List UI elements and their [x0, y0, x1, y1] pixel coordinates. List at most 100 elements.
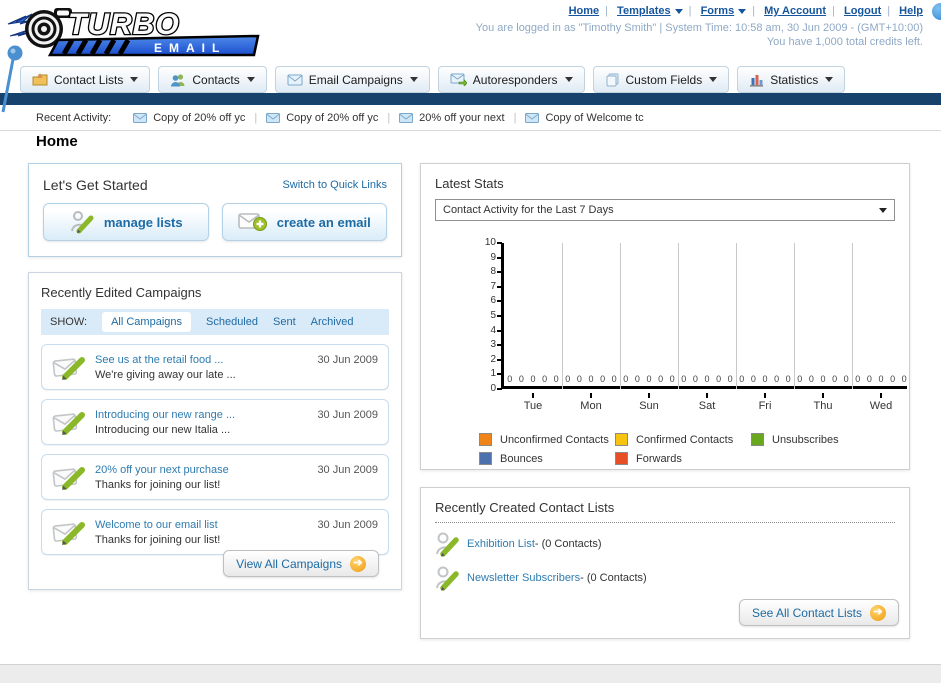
stats-period-dropdown[interactable]: Contact Activity for the Last 7 Days: [435, 199, 895, 221]
tab-email-campaigns[interactable]: Email Campaigns: [274, 66, 430, 93]
edge-dot-decoration: [932, 3, 941, 20]
top-link-help[interactable]: Help: [899, 5, 923, 17]
value-label: 0: [855, 374, 861, 384]
tab-statistics[interactable]: Statistics: [737, 66, 846, 93]
y-axis-tick-label: 3: [490, 339, 496, 351]
legend-swatch: [751, 433, 764, 446]
contact-list-link[interactable]: Exhibition List: [467, 538, 535, 550]
tab-contacts[interactable]: Contacts: [158, 66, 267, 93]
top-link-forms[interactable]: Forms: [701, 5, 735, 17]
y-axis-tick-label: 0: [490, 383, 496, 394]
campaign-row[interactable]: Welcome to our email list Thanks for join…: [41, 509, 389, 555]
value-label: 0: [901, 374, 907, 384]
tab-label: Autoresponders: [472, 72, 558, 87]
top-link-home[interactable]: Home: [569, 5, 600, 17]
envelope-pencil-icon: [52, 467, 85, 490]
contact-list-item: Exhibition List - (0 Contacts): [435, 531, 895, 557]
envelope-icon: [266, 112, 281, 123]
filter-all-campaigns[interactable]: All Campaigns: [102, 312, 191, 332]
envelope-pencil-icon: [52, 357, 85, 380]
switch-quick-links-link[interactable]: Switch to Quick Links: [282, 179, 387, 191]
chart-legend: Unconfirmed Contacts Confirmed Contacts Un…: [479, 433, 899, 465]
recent-activity-item[interactable]: Copy of Welcome tc: [525, 112, 644, 124]
filter-sent[interactable]: Sent: [273, 316, 296, 328]
contact-list-link[interactable]: Newsletter Subscribers: [467, 572, 580, 584]
tab-autoresponders[interactable]: Autoresponders: [437, 66, 585, 93]
envelope-icon: [133, 112, 148, 123]
campaign-row[interactable]: Introducing our new range ... Introducing…: [41, 399, 389, 445]
top-link-my-account[interactable]: My Account: [764, 5, 826, 17]
value-label: 0: [878, 374, 884, 384]
value-label-group: 00000: [504, 374, 562, 384]
gridline: [794, 243, 795, 389]
legend-swatch: [479, 433, 492, 446]
value-label: 0: [820, 374, 826, 384]
x-axis-tick: [532, 393, 534, 398]
chevron-down-icon: [738, 8, 747, 14]
logo-text-top: TURBO: [68, 8, 180, 41]
get-started-panel: Let's Get Started Switch to Quick Links …: [28, 163, 402, 257]
recent-activity-item[interactable]: 20% off your next: [399, 112, 505, 124]
y-axis-tick: [497, 344, 502, 347]
value-label: 0: [843, 374, 849, 384]
x-axis-tick-label: Mon: [580, 400, 602, 412]
tab-contact-lists[interactable]: Contact Lists: [20, 66, 151, 93]
tab-label: Email Campaigns: [308, 72, 403, 87]
gridline: [678, 243, 679, 389]
legend-label: Unsubscribes: [772, 433, 839, 446]
campaign-row[interactable]: See us at the retail food ... We're givin…: [41, 344, 389, 390]
x-axis-tick-label: Fri: [758, 400, 772, 412]
legend-item: Confirmed Contacts: [615, 433, 751, 446]
campaign-title-link[interactable]: Introducing our new range ...: [95, 409, 235, 421]
value-label: 0: [832, 374, 838, 384]
campaign-title-link[interactable]: Welcome to our email list: [95, 519, 220, 531]
x-axis-tick-label: Wed: [869, 400, 893, 412]
legend-item: Bounces: [479, 452, 615, 465]
top-link-logout[interactable]: Logout: [844, 5, 881, 17]
chevron-down-icon: [246, 77, 255, 82]
create-email-button[interactable]: create an email: [221, 203, 387, 241]
latest-stats-panel: Latest Stats Contact Activity for the La…: [420, 163, 910, 470]
y-axis-tick-label: 2: [490, 353, 496, 365]
value-label: 0: [507, 374, 513, 384]
tab-custom-fields[interactable]: Custom Fields: [592, 66, 730, 93]
pin-decoration: [1, 45, 23, 113]
legend-swatch: [479, 452, 492, 465]
gridline: [562, 243, 563, 389]
y-axis-tick: [497, 329, 502, 332]
value-label: 0: [890, 374, 896, 384]
value-label: 0: [518, 374, 524, 384]
gridline: [736, 243, 737, 389]
value-label: 0: [611, 374, 617, 384]
campaign-date: 30 Jun 2009: [317, 519, 378, 531]
campaign-title-link[interactable]: 20% off your next purchase: [95, 464, 229, 476]
arrow-right-icon: ➔: [870, 604, 886, 621]
gridline: [620, 243, 621, 389]
recent-activity-item[interactable]: Copy of 20% off yc: [133, 112, 245, 124]
filter-archived[interactable]: Archived: [311, 316, 354, 328]
value-label: 0: [704, 374, 710, 384]
y-axis-tick: [497, 242, 502, 244]
view-all-campaigns-button[interactable]: View All Campaigns ➔: [223, 550, 379, 577]
legend-label: Confirmed Contacts: [636, 433, 734, 446]
campaign-title-link[interactable]: See us at the retail food ...: [95, 354, 236, 366]
legend-label: Bounces: [500, 452, 543, 465]
contact-lists-title: Recently Created Contact Lists: [435, 500, 615, 515]
filter-scheduled[interactable]: Scheduled: [206, 316, 258, 328]
recent-activity-item[interactable]: Copy of 20% off yc: [266, 112, 378, 124]
gridline: [852, 243, 853, 389]
chevron-down-icon: [709, 77, 718, 82]
value-label-group: 00000: [794, 374, 852, 384]
top-link-templates[interactable]: Templates: [617, 5, 671, 17]
y-axis-tick-label: 9: [490, 251, 496, 263]
chevron-down-icon: [409, 77, 418, 82]
x-axis-tick: [590, 393, 592, 398]
see-all-contact-lists-button[interactable]: See All Contact Lists ➔: [738, 599, 899, 626]
campaigns-title: Recently Edited Campaigns: [41, 285, 202, 300]
chevron-down-icon: [674, 8, 683, 14]
manage-lists-button[interactable]: manage lists: [43, 203, 209, 241]
person-pencil-icon: [70, 211, 94, 234]
y-axis-tick: [497, 271, 502, 274]
y-axis-tick-label: 6: [490, 295, 496, 307]
campaign-row[interactable]: 20% off your next purchase Thanks for joi…: [41, 454, 389, 500]
